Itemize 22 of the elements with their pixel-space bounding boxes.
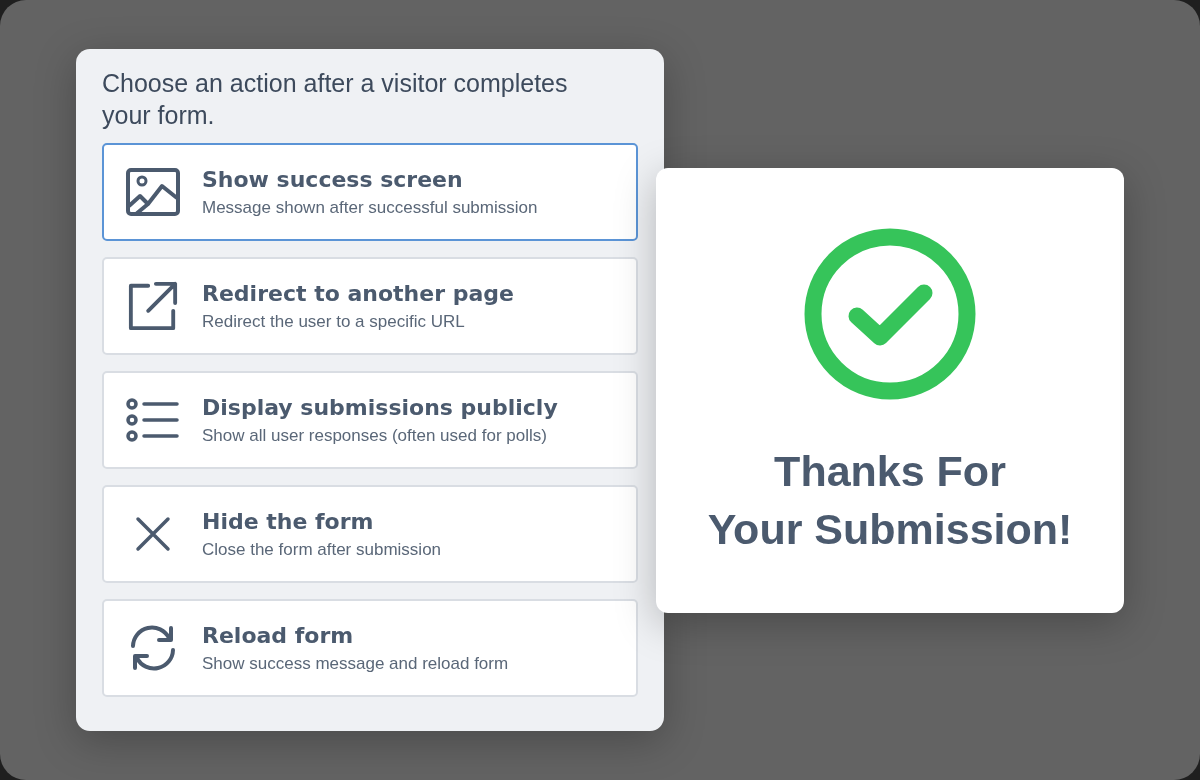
thanks-heading: Your Submission! [707, 503, 1073, 555]
option-description: Redirect the user to a specific URL [202, 311, 466, 332]
action-option[interactable]: Redirect to another page Redirect the user to a specific URL [102, 257, 638, 355]
action-option[interactable]: Display submissions publicly Show all user responses (often used for polls) [102, 371, 638, 469]
list-icon [126, 398, 180, 442]
prompt-text: Choose an action after a visitor completes your form. [102, 68, 569, 131]
option-description: Show all user responses (often used for polls) [202, 425, 548, 446]
option-title: Show success screen [202, 166, 464, 192]
image-icon [126, 168, 180, 216]
action-option[interactable]: Reload form Show success message and reload form [102, 599, 638, 697]
option-title: Reload form [202, 622, 355, 648]
option-description: Show success message and reload form [202, 653, 509, 674]
check-circle-icon [804, 227, 976, 400]
thanks-heading: Thanks For [774, 445, 1006, 497]
action-option[interactable]: Show success screen Message shown after successful submission [102, 143, 638, 241]
option-title: Redirect to another page [202, 280, 514, 306]
option-title: Display submissions publicly [202, 394, 558, 420]
action-option[interactable]: Hide the form Close the form after submission [102, 485, 638, 583]
option-description: Close the form after submission [202, 539, 442, 560]
option-title: Hide the form [202, 508, 375, 534]
external-link-icon [126, 280, 180, 332]
option-description: Message shown after successful submission [202, 197, 538, 218]
